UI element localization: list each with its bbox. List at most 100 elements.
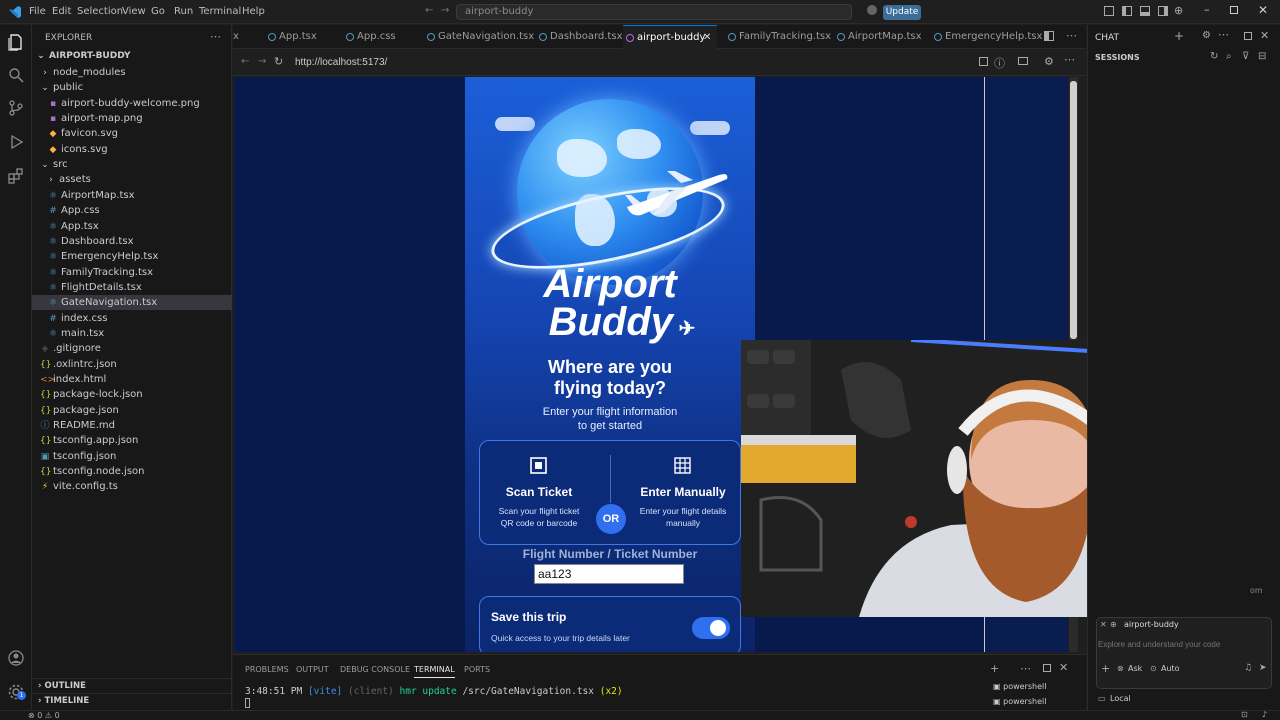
toggle-secondary-sidebar-icon[interactable] (1158, 6, 1168, 16)
tab-airport-buddy-preview[interactable]: airport-buddy ✕ (623, 25, 717, 49)
devtools-icon[interactable]: ⚙ (1044, 55, 1054, 68)
menu-go[interactable]: Go (151, 6, 165, 17)
extensions-icon[interactable] (7, 167, 25, 185)
tree-item[interactable]: ▪ airport-buddy-welcome.png (32, 96, 232, 111)
save-trip-toggle[interactable] (692, 617, 730, 639)
reload-icon[interactable]: ↻ (274, 55, 283, 68)
outline-section[interactable]: › OUTLINE (32, 678, 232, 693)
maximize-chat-icon[interactable] (1244, 32, 1252, 40)
run-debug-icon[interactable] (7, 133, 25, 151)
browser-forward-icon[interactable]: → (258, 56, 266, 67)
terminal-instance-2[interactable]: ▣ powershell (993, 697, 1046, 706)
command-center-search[interactable]: airport-buddy (456, 4, 852, 20)
tab-app-tsx[interactable]: App.tsx (265, 25, 347, 49)
menu-edit[interactable]: Edit (52, 6, 71, 17)
menu-selection[interactable]: Selection (77, 6, 123, 17)
tab-output[interactable]: OUTPUT (296, 665, 329, 674)
menu-view[interactable]: View (122, 6, 146, 17)
microphone-icon[interactable]: ♫ (1244, 663, 1252, 673)
screenshot-icon[interactable] (979, 57, 988, 66)
notifications-icon[interactable]: ⊡ (1241, 710, 1248, 719)
tree-item[interactable]: ▣ tsconfig.json (32, 449, 232, 464)
tree-item[interactable]: # App.css (32, 203, 232, 218)
problems-count[interactable]: ⊗ 0 ⚠ 0 (28, 711, 60, 720)
chat-location[interactable]: Local (1110, 694, 1131, 703)
tab-partial[interactable]: x (233, 25, 261, 49)
chat-input[interactable] (1097, 637, 1267, 651)
remove-context-icon[interactable]: ✕ (1100, 620, 1107, 629)
tree-item[interactable]: ▪ airport-map.png (32, 111, 232, 126)
menu-run[interactable]: Run (174, 6, 193, 17)
layout-icon[interactable] (1104, 6, 1114, 16)
search-sessions-icon[interactable]: ⌕ (1226, 51, 1232, 62)
info-icon[interactable]: ⓘ (994, 55, 1005, 71)
enter-manually-option[interactable]: Enter Manually Enter your flight details… (624, 441, 742, 546)
tree-item[interactable]: ⚡ vite.config.ts (32, 479, 232, 494)
accounts-icon[interactable] (7, 649, 25, 667)
tab-airport-map[interactable]: AirportMap.tsx (834, 25, 928, 49)
tree-item[interactable]: ⚛ FamilyTracking.tsx (32, 265, 232, 280)
tree-item[interactable]: ⚛ App.tsx (32, 219, 232, 234)
tree-item[interactable]: ◆ icons.svg (32, 142, 232, 157)
browser-more-icon[interactable]: ⋯ (1064, 53, 1075, 66)
flight-number-input[interactable] (534, 564, 684, 584)
scan-ticket-option[interactable]: Scan Ticket Scan your flight ticket QR co… (480, 441, 598, 546)
tree-item[interactable]: › node_modules (32, 65, 232, 80)
send-icon[interactable]: ➤ (1259, 663, 1267, 673)
tree-item[interactable]: ⚛ EmergencyHelp.tsx (32, 249, 232, 264)
context-chip[interactable]: airport-buddy (1124, 620, 1179, 629)
project-root[interactable]: ⌄ AIRPORT-BUDDY (32, 49, 232, 64)
tab-family-tracking[interactable]: FamilyTracking.tsx (725, 25, 831, 49)
tree-item[interactable]: {} .oxlintrc.json (32, 357, 232, 372)
timeline-section[interactable]: › TIMELINE (32, 693, 232, 708)
tab-debug-console[interactable]: DEBUG CONSOLE (340, 665, 410, 674)
tab-ports[interactable]: PORTS (464, 665, 490, 674)
maximize-icon[interactable] (1230, 6, 1238, 14)
scrollbar-thumb[interactable] (1070, 81, 1077, 339)
back-arrow-icon[interactable]: ← (425, 5, 433, 16)
maximize-panel-icon[interactable] (1043, 664, 1051, 672)
source-control-icon[interactable] (7, 99, 25, 117)
chat-more-icon[interactable]: ⋯ (1218, 28, 1229, 41)
split-editor-icon[interactable] (1044, 31, 1054, 41)
tab-emergency-help[interactable]: EmergencyHelp.tsx (931, 25, 1042, 49)
tree-item[interactable]: ⚛ main.tsx (32, 326, 232, 341)
account-icon[interactable] (867, 5, 877, 15)
tree-item[interactable]: ⚛ Dashboard.tsx (32, 234, 232, 249)
more-actions-icon[interactable]: ⋯ (210, 30, 221, 43)
menu-help[interactable]: Help (242, 6, 265, 17)
globe-icon[interactable]: ⊕ (1174, 4, 1183, 17)
mode-ask[interactable]: Ask (1128, 664, 1142, 673)
tree-item[interactable]: {} tsconfig.node.json (32, 464, 232, 479)
tree-item[interactable]: # index.css (32, 311, 232, 326)
close-window-icon[interactable]: ✕ (1258, 3, 1268, 17)
menu-terminal[interactable]: Terminal (199, 6, 241, 17)
update-button[interactable]: Update (883, 5, 921, 20)
tree-item[interactable]: ⚛ AirportMap.tsx (32, 188, 232, 203)
refresh-sessions-icon[interactable]: ↻ (1210, 51, 1218, 62)
collapse-icon[interactable]: ⊟ (1258, 51, 1266, 62)
forward-arrow-icon[interactable]: → (441, 5, 449, 16)
tree-item[interactable]: {} package-lock.json (32, 387, 232, 402)
tab-terminal[interactable]: TERMINAL (414, 665, 455, 678)
toggle-panel-icon[interactable] (1140, 6, 1150, 16)
new-terminal-icon[interactable]: + (990, 662, 999, 675)
tree-item[interactable]: <>index.html (32, 372, 232, 387)
tree-item[interactable]: ⌄ src (32, 157, 232, 172)
tree-item[interactable]: {} tsconfig.app.json (32, 433, 232, 448)
panel-more-icon[interactable]: ⋯ (1020, 662, 1031, 675)
terminal-instance-1[interactable]: ▣ powershell (993, 682, 1046, 691)
tree-item[interactable]: ⚛ GateNavigation.tsx (32, 295, 232, 311)
close-panel-icon[interactable]: ✕ (1059, 661, 1068, 674)
toggle-sidebar-icon[interactable] (1122, 6, 1132, 16)
browser-back-icon[interactable]: ← (241, 56, 249, 67)
mode-auto[interactable]: Auto (1161, 664, 1180, 673)
tab-app-css[interactable]: App.css (343, 25, 425, 49)
search-icon[interactable] (7, 66, 25, 84)
add-context-icon[interactable]: + (1101, 662, 1110, 675)
tree-item[interactable]: ⌄ public (32, 80, 232, 95)
tree-item[interactable]: {} package.json (32, 403, 232, 418)
close-tab-icon[interactable]: ✕ (703, 26, 711, 50)
bell-icon[interactable]: ♪ (1262, 710, 1267, 719)
tree-item[interactable]: ⚛ FlightDetails.tsx (32, 280, 232, 295)
